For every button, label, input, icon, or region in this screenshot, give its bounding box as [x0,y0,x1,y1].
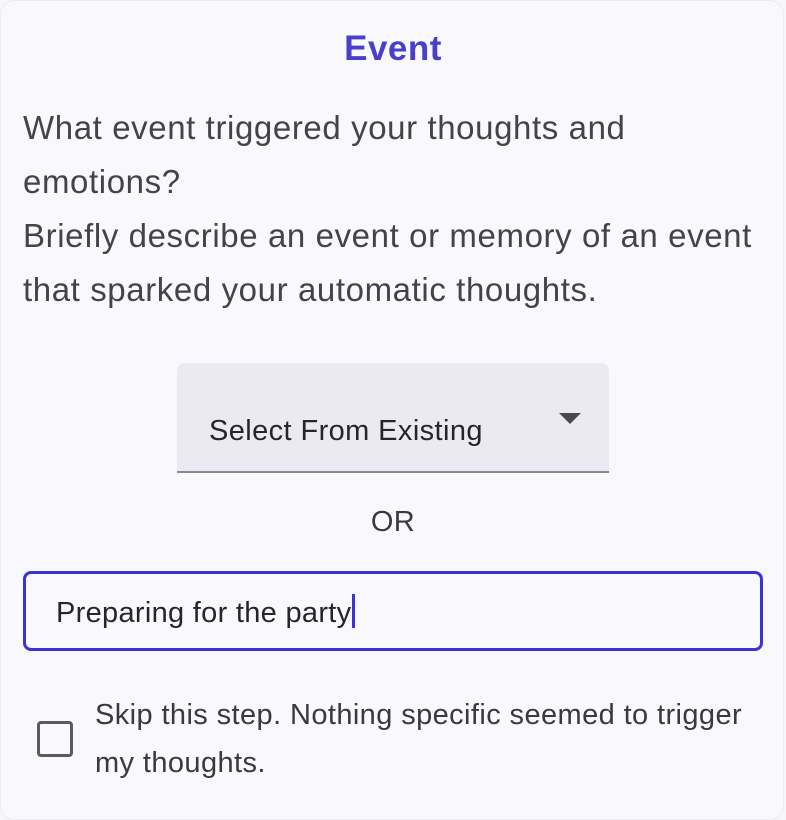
select-existing-label: Select From Existing [209,415,483,447]
or-separator: OR [370,506,416,538]
chevron-down-icon [559,413,581,424]
event-text-input[interactable]: Preparing for the party [23,571,763,651]
question-helper: Briefly describe an event or memory of a… [23,217,752,308]
text-caret [352,594,356,628]
event-step-card: Event What event triggered your thoughts… [0,0,784,820]
event-input-text: Preparing for the party [56,597,352,629]
event-input-value: Preparing for the party [56,594,356,630]
skip-step-checkbox[interactable] [37,721,73,757]
step-title: Event [344,29,442,68]
skip-step-label[interactable]: Skip this step. Nothing specific seemed … [95,691,755,787]
question-text: What event triggered your thoughts and e… [23,101,773,317]
question-prompt: What event triggered your thoughts and e… [23,109,626,200]
select-existing-dropdown[interactable]: Select From Existing [177,363,609,473]
